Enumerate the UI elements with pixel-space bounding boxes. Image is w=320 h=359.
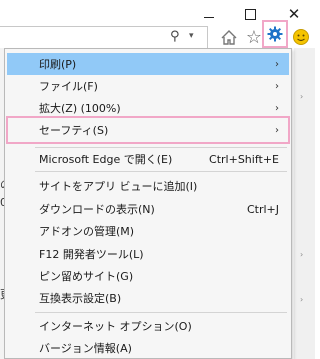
menu-item-print[interactable]: 印刷(P) › bbox=[7, 53, 289, 75]
minimize-icon bbox=[204, 16, 214, 18]
maximize-button[interactable] bbox=[238, 4, 262, 24]
submenu-arrow-icon: › bbox=[275, 80, 279, 92]
home-icon[interactable] bbox=[218, 26, 240, 48]
menu-item-label: F12 開発者ツール(L) bbox=[39, 248, 144, 261]
menu-item-about[interactable]: バージョン情報(A) bbox=[7, 337, 289, 359]
menu-item-label: バージョン情報(A) bbox=[39, 342, 132, 355]
smiley-feedback-icon[interactable] bbox=[290, 26, 312, 48]
menu-item-label: セーフティ(S) bbox=[39, 124, 109, 137]
menu-item-f12-devtools[interactable]: F12 開発者ツール(L) bbox=[7, 243, 289, 265]
search-icon[interactable]: ⚲ bbox=[170, 29, 180, 44]
menu-item-shortcut: Ctrl+J bbox=[246, 202, 279, 216]
menu-separator bbox=[35, 312, 287, 313]
submenu-arrow-icon: › bbox=[275, 58, 279, 70]
gear-icon bbox=[267, 26, 283, 42]
menu-item-label: サイトをアプリ ビューに追加(I) bbox=[39, 180, 198, 193]
submenu-arrow-icon: › bbox=[275, 124, 279, 136]
menu-item-internet-options[interactable]: インターネット オプション(O) bbox=[7, 315, 289, 337]
menu-item-label: 印刷(P) bbox=[39, 58, 77, 71]
menu-item-open-in-edge[interactable]: Microsoft Edge で開く(E) Ctrl+Shift+E bbox=[7, 148, 289, 170]
scroll-arrow-icon[interactable]: › bbox=[300, 92, 303, 101]
menu-item-label: Microsoft Edge で開く(E) bbox=[39, 153, 173, 166]
scroll-arrow-icon[interactable]: › bbox=[300, 250, 303, 259]
menu-item-label: アドオンの管理(M) bbox=[39, 225, 135, 238]
menu-item-label: 互換表示設定(B) bbox=[39, 292, 122, 305]
menu-item-pinned-sites[interactable]: ピン留めサイト(G) bbox=[7, 265, 289, 287]
tools-menu: 印刷(P) › ファイル(F) › 拡大(Z) (100%) › セーフティ(S… bbox=[4, 48, 292, 359]
menu-item-label: ダウンロードの表示(N) bbox=[39, 203, 155, 216]
menu-item-label: 拡大(Z) (100%) bbox=[39, 102, 121, 115]
menu-item-manage-addons[interactable]: アドオンの管理(M) bbox=[7, 220, 289, 242]
menu-separator bbox=[35, 171, 287, 172]
scroll-arrow-icon[interactable]: › bbox=[300, 295, 303, 304]
maximize-icon bbox=[244, 8, 256, 20]
menu-item-add-site-app-view[interactable]: サイトをアプリ ビューに追加(I) bbox=[7, 175, 289, 197]
menu-item-view-downloads[interactable]: ダウンロードの表示(N) Ctrl+J bbox=[7, 198, 289, 220]
page-right-edge bbox=[294, 48, 315, 359]
menu-item-compatibility-view[interactable]: 互換表示設定(B) bbox=[7, 287, 289, 309]
address-dropdown-icon[interactable]: ▾ bbox=[189, 31, 194, 41]
minimize-button[interactable] bbox=[197, 4, 221, 24]
menu-item-shortcut: Ctrl+Shift+E bbox=[209, 152, 279, 166]
address-bar[interactable]: ⚲ ▾ bbox=[0, 26, 208, 50]
menu-item-label: ピン留めサイト(G) bbox=[39, 270, 134, 283]
tools-gear-button[interactable] bbox=[262, 20, 288, 48]
menu-item-safety[interactable]: セーフティ(S) › bbox=[6, 116, 290, 144]
submenu-arrow-icon: › bbox=[275, 102, 279, 114]
menu-item-label: インターネット オプション(O) bbox=[39, 320, 192, 333]
close-icon: ✕ bbox=[287, 4, 301, 23]
menu-item-label: ファイル(F) bbox=[39, 80, 98, 93]
menu-item-file[interactable]: ファイル(F) › bbox=[7, 75, 289, 97]
